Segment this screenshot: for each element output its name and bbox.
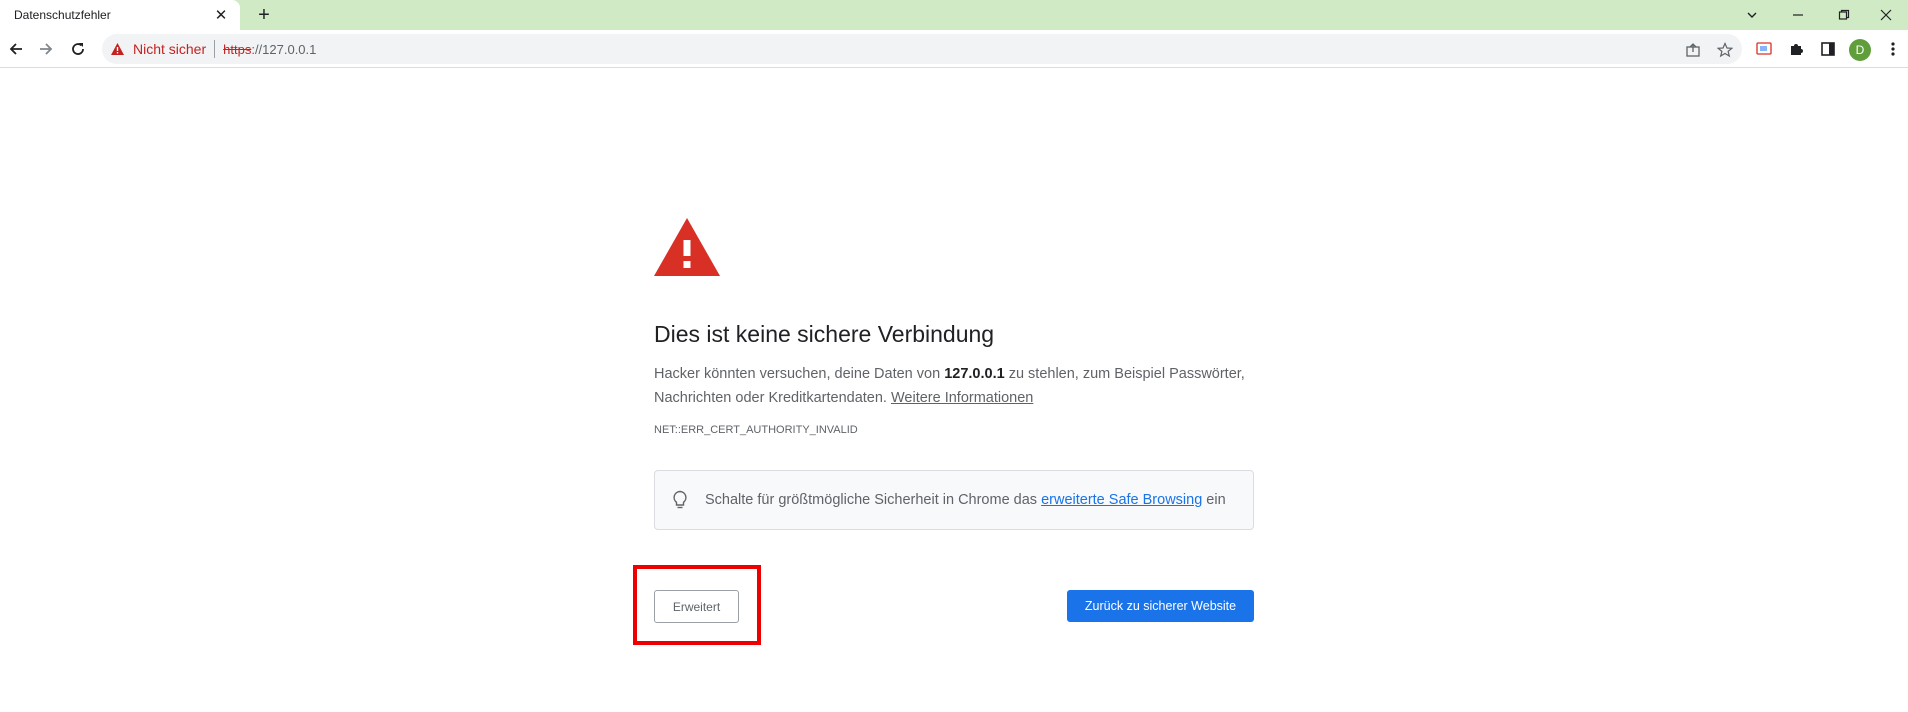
interstitial-content: Dies ist keine sichere Verbindung Hacker…: [654, 218, 1254, 530]
safe-text-part1: Schalte für größtmögliche Sicherheit in …: [705, 492, 1042, 508]
safe-browsing-text: Schalte für größtmögliche Sicherheit in …: [705, 492, 1226, 508]
description-part1: Hacker könnten versuchen, deine Daten vo…: [654, 366, 945, 382]
omnibox-separator: [214, 40, 216, 58]
warning-triangle-icon: [111, 43, 124, 55]
highlight-annotation-box: [633, 565, 761, 645]
side-panel-icon[interactable]: [1818, 39, 1838, 59]
share-icon[interactable]: [1684, 41, 1702, 59]
lightbulb-icon: [673, 490, 687, 509]
error-code: NET::ERR_CERT_AUTHORITY_INVALID: [654, 424, 858, 436]
back-to-safety-button[interactable]: Zurück zu sicherer Website: [1067, 590, 1254, 622]
warning-triangle-large-icon: [654, 218, 720, 276]
menu-kebab-icon[interactable]: [1883, 39, 1903, 59]
security-chip[interactable]: Nicht sicher: [110, 34, 206, 64]
close-window-icon[interactable]: [1864, 0, 1908, 30]
page-heading: Dies ist keine sichere Verbindung: [654, 321, 995, 347]
minimize-icon[interactable]: [1776, 0, 1820, 30]
tab-strip: Datenschutzfehler ✕ +: [0, 0, 1908, 30]
url-scheme: https: [223, 41, 252, 57]
browser-toolbar: Nicht sicher https ://127.0.0.1 D: [0, 30, 1908, 68]
learn-more-link[interactable]: Weitere Informationen: [891, 390, 1033, 406]
reload-icon[interactable]: [66, 37, 90, 61]
back-arrow-icon[interactable]: [4, 37, 28, 61]
cast-icon[interactable]: [1754, 39, 1774, 59]
tab-search-chevron-icon[interactable]: [1730, 0, 1774, 30]
bookmark-star-icon[interactable]: [1716, 41, 1734, 59]
safe-browsing-promo: Schalte für größtmögliche Sicherheit in …: [654, 470, 1254, 530]
extensions-puzzle-icon[interactable]: [1786, 39, 1806, 59]
tab-title: Datenschutzfehler: [14, 8, 111, 22]
tab-close-icon[interactable]: ✕: [212, 6, 230, 24]
address-bar[interactable]: Nicht sicher https ://127.0.0.1: [102, 34, 1742, 64]
restore-icon[interactable]: [1822, 0, 1866, 30]
safe-text-part2: ein: [1202, 492, 1226, 508]
new-tab-icon[interactable]: +: [252, 3, 276, 27]
warning-description: Hacker könnten versuchen, deine Daten vo…: [654, 362, 1254, 410]
forward-arrow-icon[interactable]: [34, 37, 58, 61]
tab-datenschutzfehler[interactable]: Datenschutzfehler ✕: [0, 0, 240, 30]
host-name: 127.0.0.1: [944, 366, 1005, 382]
profile-avatar[interactable]: D: [1849, 39, 1871, 61]
url-host: ://127.0.0.1: [251, 41, 317, 57]
security-label: Nicht sicher: [133, 41, 207, 57]
enhanced-safe-browsing-link[interactable]: erweiterte Safe Browsing: [1041, 492, 1202, 508]
